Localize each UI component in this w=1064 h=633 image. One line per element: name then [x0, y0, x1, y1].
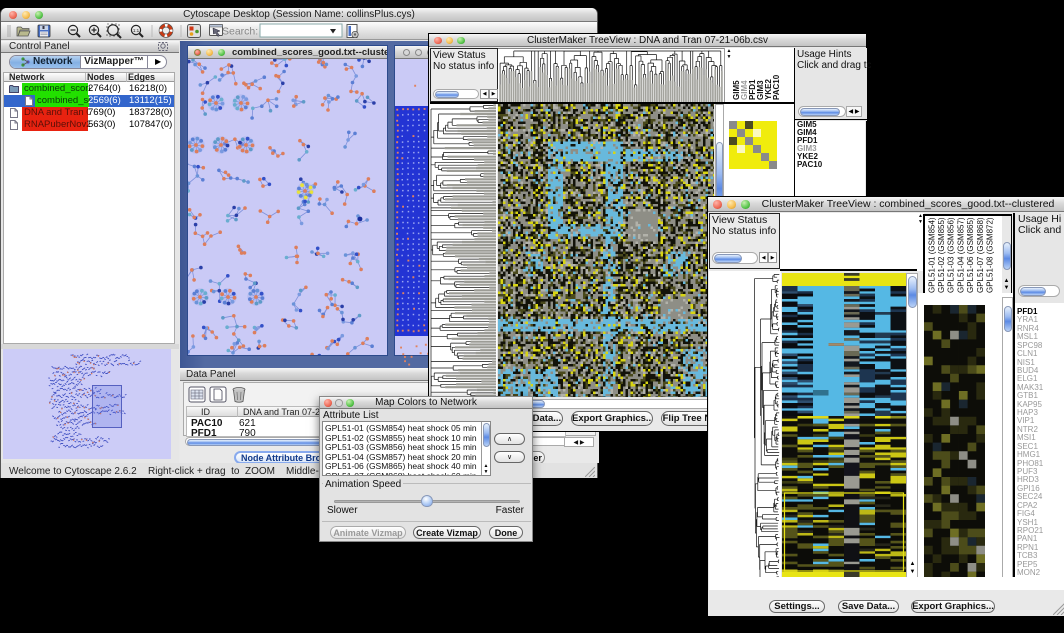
svg-text:GPL51-06 (GSM865): GPL51-06 (GSM865): [966, 217, 975, 293]
svg-text:GPL51-08 (GSM872): GPL51-08 (GSM872): [986, 217, 995, 293]
svg-text:GPL51-03 (GSM856): GPL51-03 (GSM856): [947, 217, 956, 293]
svg-text:Search:: Search:: [222, 26, 258, 38]
svg-text:GPL51-07 (GSM868): GPL51-07 (GSM868): [976, 217, 985, 293]
svg-text:GPL51-04 (GSM857): GPL51-04 (GSM857): [956, 217, 965, 293]
svg-text:1:1: 1:1: [133, 28, 140, 33]
svg-text:PAC10: PAC10: [772, 74, 781, 100]
svg-text:GPL51-01 (GSM854): GPL51-01 (GSM854): [927, 217, 936, 293]
svg-text:GPL51-02 (GSM855): GPL51-02 (GSM855): [937, 217, 946, 293]
